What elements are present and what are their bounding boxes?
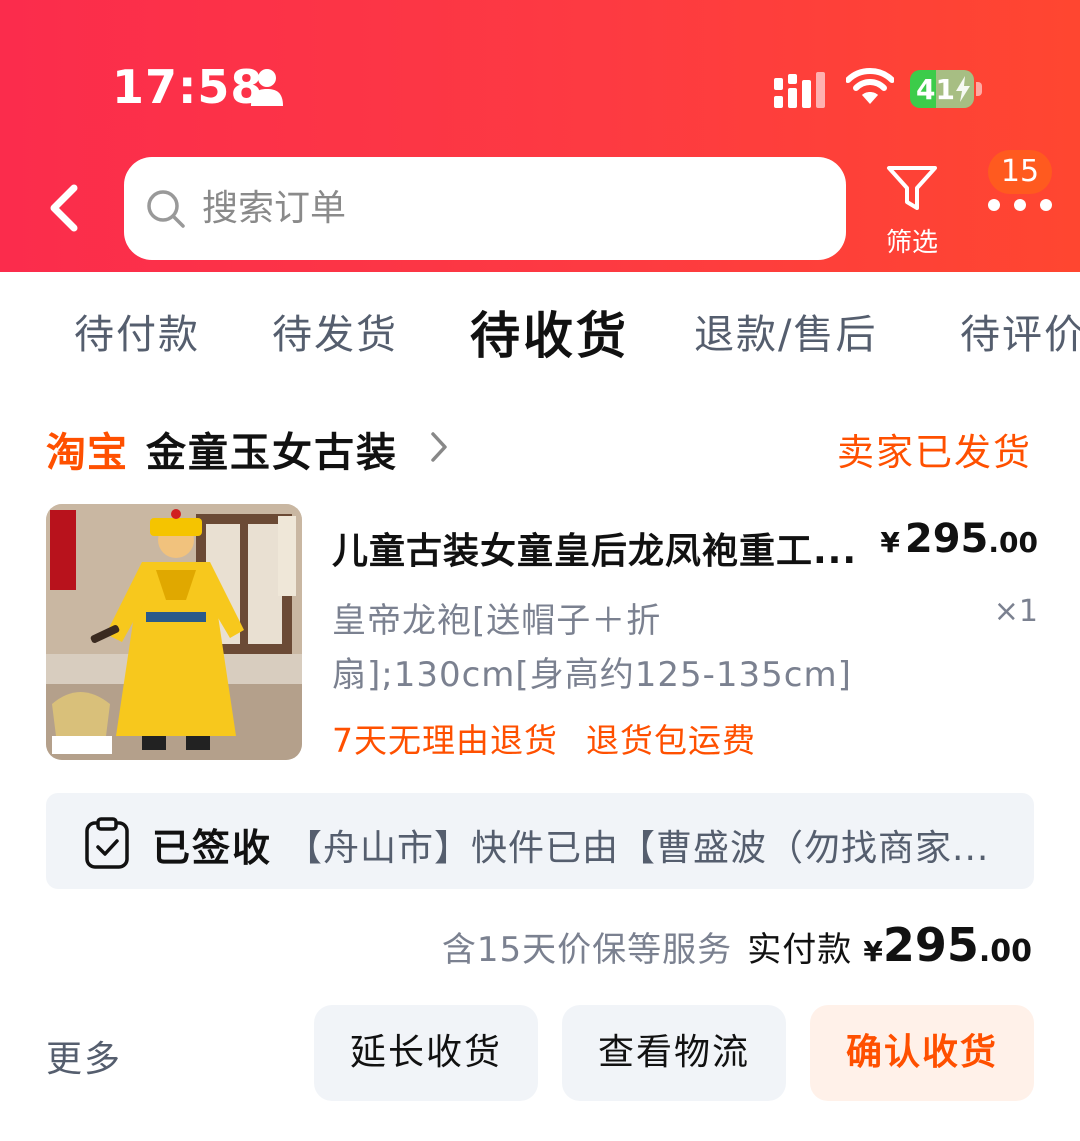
paid-amount-integer: 295 [882,918,979,972]
tab-pending-payment[interactable]: 待付款 [74,302,200,360]
view-logistics-button[interactable]: 查看物流 [562,1005,786,1101]
tab-refund-aftersale[interactable]: 退款/售后 [694,302,877,360]
logistics-detail: 【舟山市】快件已由【曹盛波（勿找商家... [286,828,990,869]
payment-summary: 含15天价保等服务 实付款 ¥295.00 [442,918,1032,972]
product-sku: 皇帝龙袍[送帽子＋折扇];130cm[身高约125-135cm] [332,601,852,695]
search-icon [147,190,185,228]
platform-logo: 淘宝 [46,430,128,476]
filter-label: 筛选 [885,228,938,258]
notification-badge: 15 [988,150,1052,194]
paid-amount-decimal: .00 [978,934,1032,969]
more-actions-link[interactable]: 更多 [46,1030,122,1082]
shop-header: 淘宝 金童玉女古装 卖家已发货 [0,416,1080,476]
tab-pending-shipment[interactable]: 待发货 [272,302,398,360]
price-currency: ¥ [880,526,900,559]
order-tabs: 待付款 待发货 待收货 退款/售后 待评价 [0,272,1080,382]
product-image[interactable] [46,504,302,760]
price-decimal: .00 [988,526,1038,559]
clipboard-check-icon [85,817,129,869]
status-bar: 17:58 41 [0,0,1080,140]
product-quantity: ×1 [993,594,1038,629]
confirm-receipt-button[interactable]: 确认收货 [810,1005,1034,1101]
product-title[interactable]: 儿童古装女童皇后龙凤袍重工... [332,522,862,574]
person-icon [251,69,283,106]
logistics-status: 已签收 [152,826,273,870]
price-integer: 295 [904,516,989,562]
header-bar: 17:58 41 搜索订单 筛选 15 [0,0,1080,272]
price-protection-note: 含15天价保等服务 [441,930,733,970]
search-box[interactable] [124,157,846,260]
paid-currency: ¥ [863,935,883,968]
more-dots-icon [988,199,1052,211]
battery-icon: 41 [910,70,982,108]
battery-level: 41 [916,73,955,106]
filter-icon [887,166,937,210]
search-input[interactable] [202,179,822,237]
status-time: 17:58 [112,60,264,114]
extend-receipt-button[interactable]: 延长收货 [314,1005,538,1101]
shop-name-link[interactable]: 金童玉女古装 [146,420,398,478]
more-menu-button[interactable]: 15 [980,150,1060,230]
tab-pending-receipt[interactable]: 待收货 [470,296,629,368]
signal-icon [774,72,825,108]
charging-bolt-icon [956,76,970,102]
logistics-panel[interactable]: 已签收 【舟山市】快件已由【曹盛波（勿找商家... [46,793,1034,889]
wifi-icon [846,68,894,104]
order-status: 卖家已发货 [837,431,1032,474]
product-price: ¥ 295.00 [880,516,1038,562]
filter-button[interactable]: 筛选 [876,160,948,260]
chevron-right-icon[interactable] [428,430,450,464]
service-tag-return-shipping: 退货包运费 [586,721,756,760]
back-icon[interactable] [40,180,90,236]
tab-pending-review[interactable]: 待评价 [960,302,1080,360]
service-tag-7day-return: 7天无理由退货 [332,721,558,760]
paid-amount-label: 实付款 [747,930,853,970]
